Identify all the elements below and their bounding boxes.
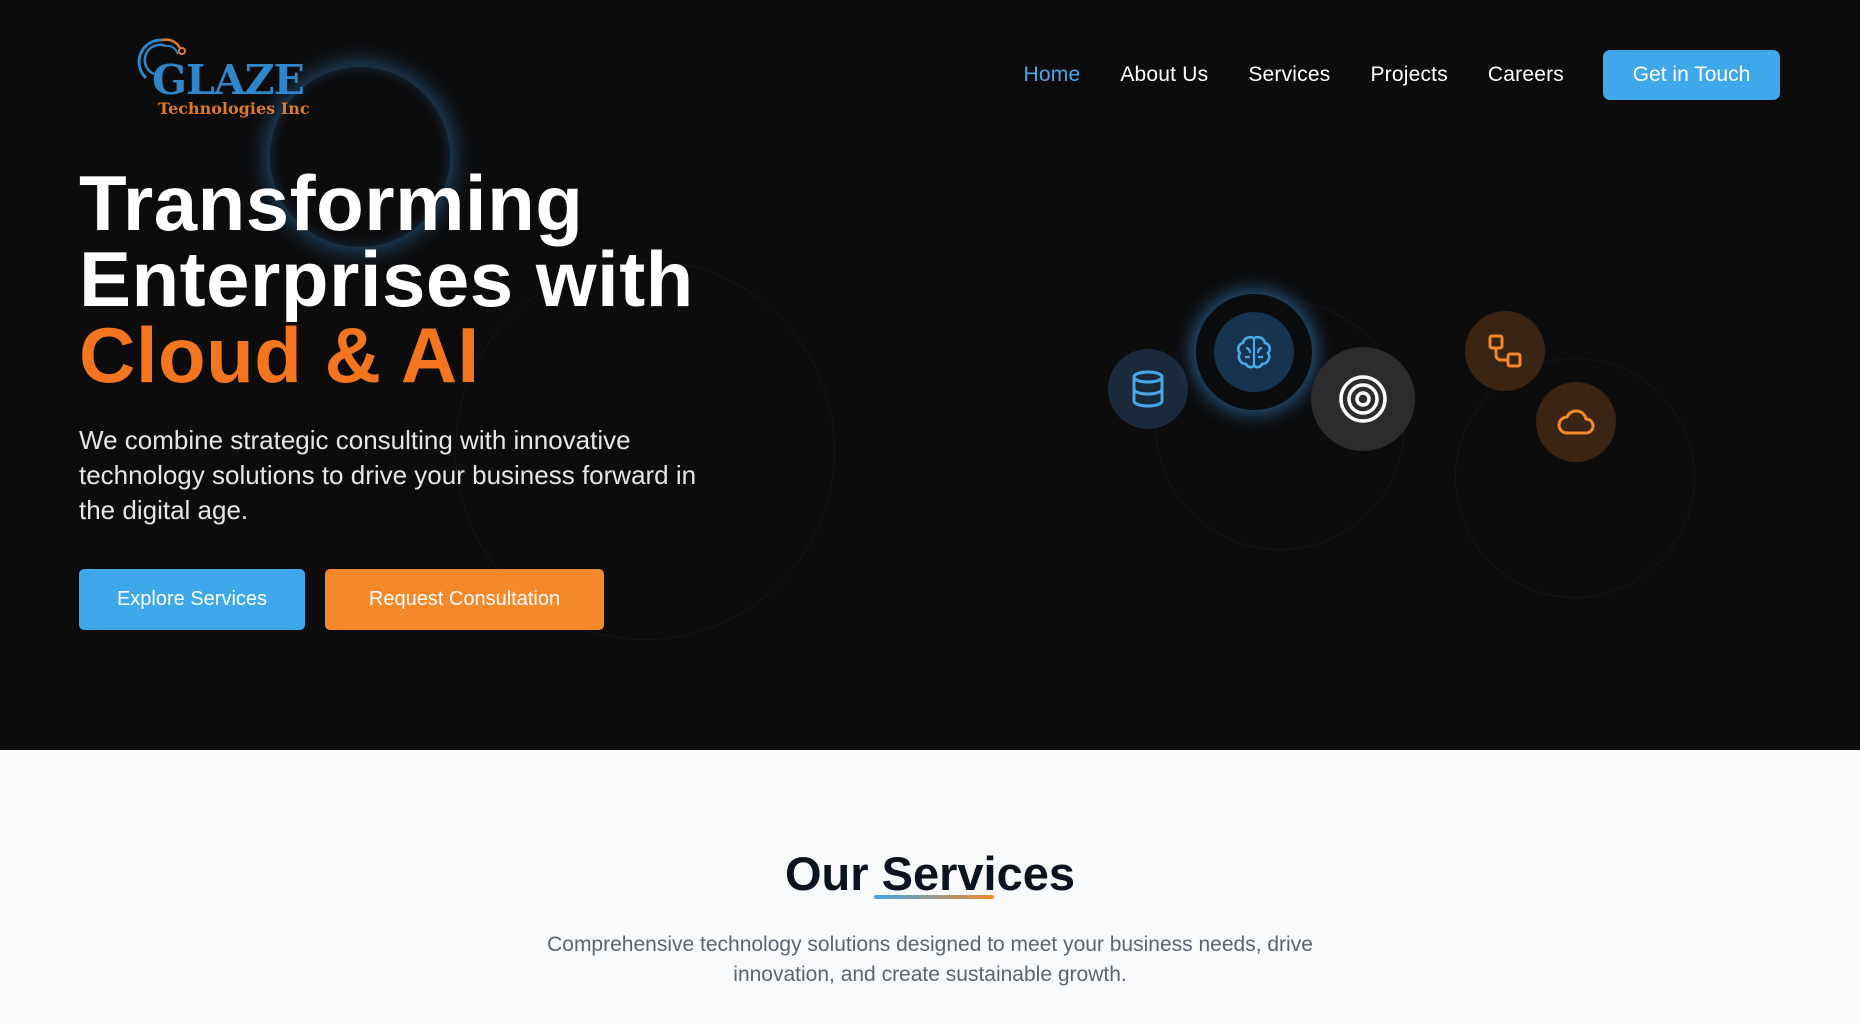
database-orb (1108, 349, 1188, 429)
logo-subtitle: Technologies Inc (158, 99, 310, 118)
target-orb (1311, 347, 1415, 451)
company-logo[interactable]: GLAZE Technologies Inc (134, 32, 310, 122)
services-title: Our Services (784, 847, 1075, 900)
brain-orb (1196, 294, 1312, 410)
cloud-orb (1536, 382, 1616, 462)
workflow-orb (1465, 311, 1545, 391)
request-consultation-button[interactable]: Request Consultation (325, 569, 604, 630)
nav-services[interactable]: Services (1248, 63, 1330, 87)
explore-services-button[interactable]: Explore Services (79, 569, 305, 630)
main-nav: Home About Us Services Projects Careers … (1024, 50, 1780, 100)
services-section: Our Services Comprehensive technology so… (0, 750, 1860, 1023)
database-icon (1132, 370, 1164, 408)
brain-icon (1237, 335, 1271, 369)
hero-headline: Transforming Enterprises with Cloud & AI (79, 164, 694, 394)
services-description: Comprehensive technology solutions desig… (547, 933, 1313, 986)
brain-orb-inner (1214, 312, 1294, 392)
nav-projects[interactable]: Projects (1370, 63, 1447, 87)
logo-brand-text: GLAZE (152, 56, 305, 104)
nav-home[interactable]: Home (1024, 63, 1081, 87)
get-in-touch-button[interactable]: Get in Touch (1603, 50, 1780, 100)
headline-line-1: Transforming (79, 159, 584, 247)
nav-careers[interactable]: Careers (1488, 63, 1564, 87)
hero-section: GLAZE Technologies Inc Home About Us Ser… (0, 0, 1860, 750)
headline-accent: Cloud & AI (79, 311, 480, 399)
target-icon (1339, 375, 1387, 423)
hero-lead-text: We combine strategic consulting with inn… (79, 425, 697, 525)
cloud-icon (1557, 409, 1595, 435)
nav-about-us[interactable]: About Us (1120, 63, 1208, 87)
headline-line-2: Enterprises with (79, 235, 694, 323)
workflow-icon (1488, 334, 1522, 368)
services-title-underline (874, 895, 994, 899)
